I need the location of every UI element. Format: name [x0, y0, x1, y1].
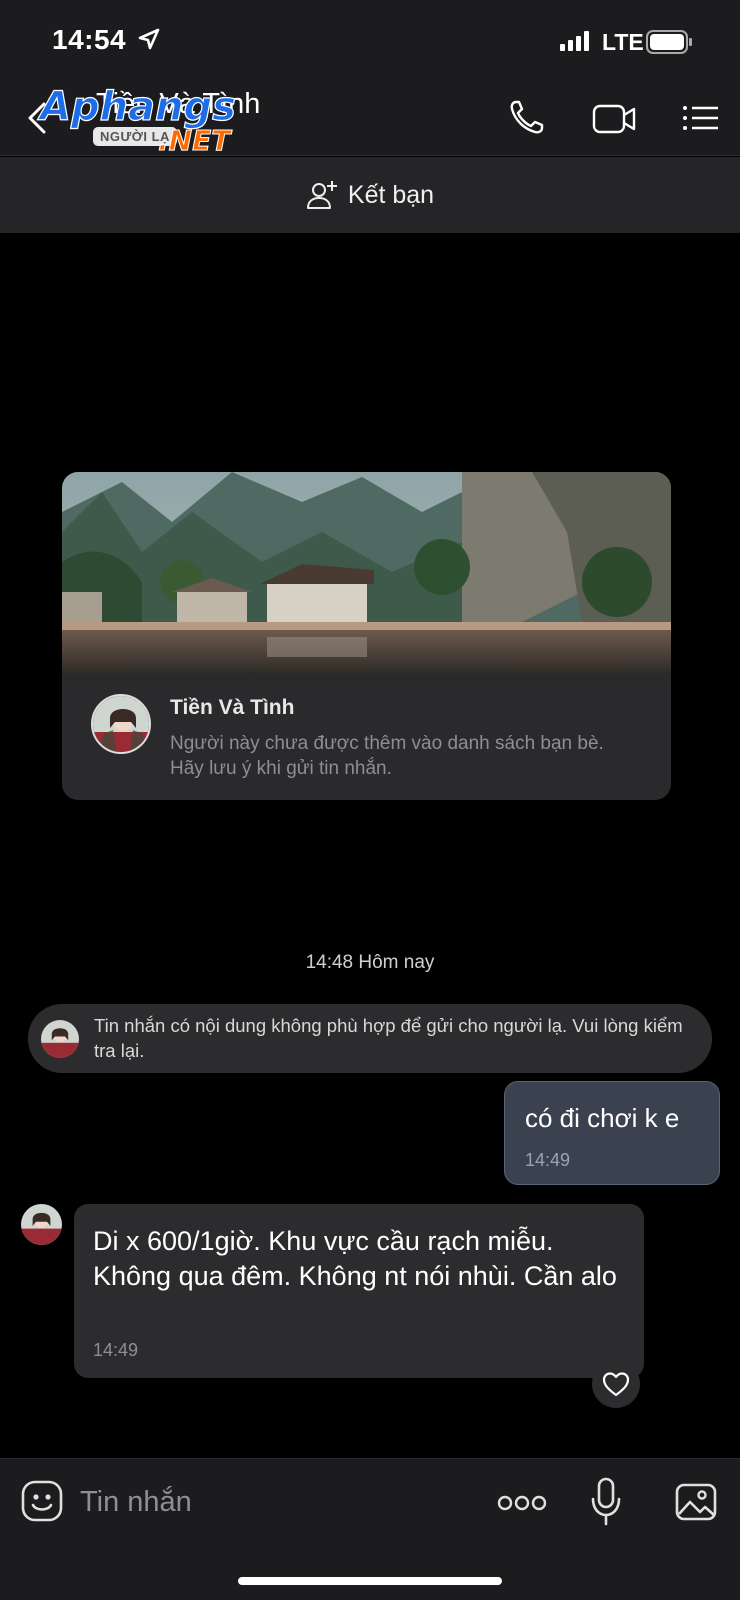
video-call-icon[interactable] [592, 98, 636, 138]
add-friend-label: Kết bạn [347, 180, 435, 209]
contact-name[interactable]: Tiền Và Tình [96, 88, 260, 121]
incoming-message-time: 14:49 [93, 1340, 139, 1360]
react-heart-button[interactable] [592, 1360, 640, 1408]
microphone-icon[interactable] [590, 1477, 622, 1527]
add-friend-bar: Kết bạn [0, 157, 740, 233]
more-options-icon[interactable] [497, 1483, 547, 1523]
back-chevron-icon[interactable] [22, 98, 52, 138]
status-bar: 14:54 LTE [0, 0, 740, 80]
add-user-icon [306, 181, 337, 209]
stranger-badge: NGƯỜI LẠ [93, 127, 177, 146]
heart-icon [602, 1372, 630, 1397]
outgoing-message-text: có đi chơi k e [525, 1103, 680, 1133]
outgoing-message-bubble[interactable]: có đi chơi k e 14:49 [504, 1081, 720, 1185]
card-contact-name: Tiền Và Tình [170, 696, 295, 719]
incoming-sender-avatar[interactable] [21, 1204, 62, 1245]
incoming-message-text: Di x 600/1giờ. Khu vực cầu rạch miễu. Kh… [93, 1226, 617, 1291]
battery-icon [646, 30, 692, 54]
image-gallery-icon[interactable] [674, 1480, 718, 1524]
sticker-emoji-icon[interactable] [20, 1479, 64, 1523]
status-time: 14:54 [52, 24, 127, 55]
sender-avatar [41, 1020, 79, 1058]
card-avatar[interactable] [91, 694, 151, 754]
chat-header: Tiền Và Tình NGƯỜI LẠ Aphangs .NET [0, 80, 740, 156]
outgoing-message-time: 14:49 [525, 1150, 571, 1170]
home-indicator [238, 1577, 502, 1585]
location-arrow-icon [138, 28, 160, 50]
system-warning-message: Tin nhắn có nội dung không phù hợp để gử… [28, 1004, 712, 1073]
signal-strength-icon [560, 31, 589, 51]
incoming-message-bubble[interactable]: Di x 600/1giờ. Khu vực cầu rạch miễu. Kh… [74, 1204, 644, 1378]
message-input[interactable] [80, 1479, 470, 1525]
add-friend-button[interactable]: Kết bạn [306, 179, 434, 211]
profile-card[interactable]: Tiền Và Tình Người này chưa được thêm và… [62, 472, 671, 800]
system-message-text: Tin nhắn có nội dung không phù hợp để gử… [94, 1015, 683, 1061]
time-separator: 14:48 Hôm nay [305, 952, 435, 973]
card-warning-text: Người này chưa được thêm vào danh sách b… [170, 733, 604, 779]
phone-call-icon[interactable] [506, 98, 550, 138]
cover-photo [62, 472, 671, 674]
network-type: LTE [602, 29, 644, 55]
menu-list-icon[interactable] [680, 98, 724, 138]
